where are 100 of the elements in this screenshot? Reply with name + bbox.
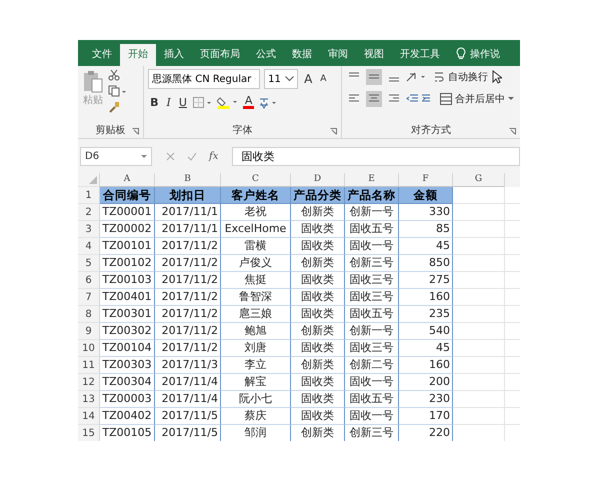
text-orientation-icon[interactable] (406, 71, 428, 83)
horizontal-align-button[interactable] (366, 91, 382, 107)
wrap-text-button[interactable]: 自动换行 (432, 69, 490, 85)
table-cell: 固收类 (291, 272, 345, 289)
row-number[interactable]: 4 (78, 238, 100, 255)
style-button[interactable]: U (176, 96, 189, 108)
row-number[interactable]: 5 (78, 255, 100, 272)
name-box[interactable]: D6 (80, 147, 152, 166)
table-cell: 焦挺 (221, 272, 291, 289)
table-cell: 2017/11/2 (155, 272, 221, 289)
table-cell: 固收类 (291, 374, 345, 391)
table-cell: 235 (399, 306, 453, 323)
check-icon[interactable] (187, 152, 197, 161)
format-painter-icon[interactable] (108, 101, 120, 113)
table-cell: 邹润 (221, 425, 291, 441)
table-cell: 固收类 (291, 340, 345, 357)
table-cell: 固收类 (291, 408, 345, 425)
row-number[interactable]: 13 (78, 391, 100, 408)
dialog-launcher-icon[interactable] (132, 128, 140, 135)
table-cell: 鲍旭 (221, 323, 291, 340)
lightbulb-icon[interactable] (456, 47, 466, 60)
ribbon-tab[interactable]: 开始 (120, 44, 156, 66)
ribbon-tab[interactable]: 审阅 (320, 44, 356, 66)
table-cell: TZ00003 (100, 391, 155, 408)
table-cell: 创新类 (291, 357, 345, 374)
dialog-launcher-icon[interactable] (330, 128, 337, 135)
copy-icon[interactable] (108, 85, 126, 97)
row-number[interactable]: 15 (78, 425, 100, 441)
group-label: 对齐方式 (411, 124, 451, 137)
row-number[interactable]: 8 (78, 306, 100, 323)
column-header[interactable]: G (453, 173, 505, 187)
ribbon-tab[interactable]: 公式 (248, 44, 284, 66)
tell-me-field[interactable]: 操作说 (470, 44, 500, 66)
ribbon-tab[interactable]: 插入 (156, 44, 192, 66)
group-label: 字体 (232, 124, 253, 137)
table-cell: 固收类 (291, 238, 345, 255)
row-number[interactable]: 12 (78, 374, 100, 391)
vertical-align-button[interactable] (366, 69, 382, 85)
fill-color-icon[interactable] (216, 96, 239, 108)
table-cell: 阮小七 (221, 391, 291, 408)
table-cell: 2017/11/5 (155, 408, 221, 425)
phonetic-icon[interactable] (258, 96, 278, 108)
table-cell: 2017/11/4 (155, 391, 221, 408)
table-cell: 固收五号 (345, 391, 399, 408)
table-cell: 李立 (221, 357, 291, 374)
font-size-dropdown[interactable]: 11 (264, 69, 298, 89)
row-number[interactable]: 10 (78, 340, 100, 357)
table-cell: 220 (399, 425, 453, 441)
table-cell: 固收一号 (345, 374, 399, 391)
row-number[interactable]: 1 (78, 187, 100, 204)
table-cell: 2017/11/1 (155, 221, 221, 238)
formula-input[interactable]: 固收类 (232, 147, 520, 166)
table-cell: 45 (399, 340, 453, 357)
ribbon-tab[interactable]: 文件 (84, 44, 120, 66)
grow-font-button[interactable]: A (302, 72, 314, 86)
style-button[interactable]: B (148, 96, 160, 108)
ribbon-tab[interactable]: 开发工具 (392, 44, 448, 66)
font-color-button[interactable]: A (242, 95, 254, 109)
table-cell: 固收一号 (345, 238, 399, 255)
header-cell: 金额 (399, 187, 453, 204)
table-cell: TZ00101 (100, 238, 155, 255)
table-cell: 850 (399, 255, 453, 272)
table-cell: TZ00304 (100, 374, 155, 391)
row-number[interactable]: 7 (78, 289, 100, 306)
clipboard-icon (82, 69, 104, 93)
header-cell: 客户姓名 (221, 187, 291, 204)
table-cell: TZ00102 (100, 255, 155, 272)
table-cell: 230 (399, 391, 453, 408)
row-number[interactable]: 14 (78, 408, 100, 425)
table-cell: TZ00303 (100, 357, 155, 374)
ribbon-tab[interactable]: 页面布局 (192, 44, 248, 66)
table-cell: 2017/11/2 (155, 323, 221, 340)
table-cell: 创新一号 (345, 204, 399, 221)
row-number[interactable]: 9 (78, 323, 100, 340)
table-cell: 2017/11/5 (155, 425, 221, 441)
scissors-icon[interactable] (108, 69, 120, 81)
ribbon-tab[interactable]: 视图 (356, 44, 392, 66)
table-cell: 2017/11/3 (155, 357, 221, 374)
table-cell: 固收三号 (345, 340, 399, 357)
row-number[interactable]: 11 (78, 357, 100, 374)
row-number[interactable]: 6 (78, 272, 100, 289)
table-cell: 2017/11/4 (155, 374, 221, 391)
table-cell: 2017/11/1 (155, 204, 221, 221)
font-name-dropdown[interactable]: 思源黑体 CN Regular (148, 69, 260, 89)
shrink-font-button[interactable]: A (318, 74, 328, 84)
table-cell: 解宝 (221, 374, 291, 391)
table-cell: 蔡庆 (221, 408, 291, 425)
mouse-pointer-icon (492, 70, 502, 84)
borders-icon[interactable] (192, 96, 213, 108)
table-cell: 330 (399, 204, 453, 221)
style-button[interactable]: I (164, 96, 173, 108)
table-cell: 老祝 (221, 204, 291, 221)
row-number[interactable]: 2 (78, 204, 100, 221)
dialog-launcher-icon[interactable] (509, 128, 516, 135)
ribbon-tab[interactable]: 数据 (284, 44, 320, 66)
merge-center-button[interactable]: 合并后居中 (438, 91, 516, 107)
insert-function-button[interactable]: fx (209, 151, 218, 162)
table-cell: 创新一号 (345, 323, 399, 340)
table-cell: 2017/11/2 (155, 289, 221, 306)
row-number[interactable]: 3 (78, 221, 100, 238)
